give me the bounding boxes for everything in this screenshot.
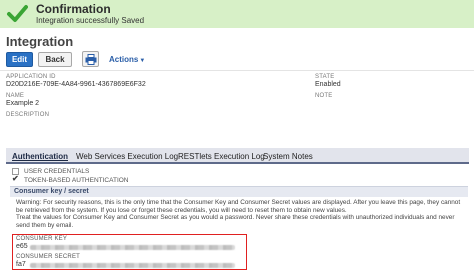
application-id-value: D20D216E-709E-4A84-9961-4367869E6F32	[6, 81, 146, 88]
consumer-secret-prefix: fa7	[16, 261, 26, 268]
consumer-key-label: CONSUMER KEY	[16, 236, 68, 242]
actions-menu[interactable]: Actions▼	[109, 55, 145, 64]
tab-restlets-execution-log[interactable]: RESTlets Execution Log	[178, 152, 265, 161]
printer-icon	[85, 54, 97, 65]
checkmark-icon	[7, 5, 28, 22]
user-credentials-label: USER CREDENTIALS	[24, 168, 90, 175]
warning-line: send them by email.	[16, 221, 74, 229]
page-title: Integration	[6, 34, 74, 49]
consumer-section-title: Consumer key / secret	[14, 188, 89, 195]
state-value: Enabled	[315, 81, 341, 88]
warning-line: Treat the values for Consumer Key and Co…	[16, 214, 455, 222]
divider	[0, 70, 474, 71]
consumer-secret-redacted	[30, 263, 235, 268]
edit-button[interactable]: Edit	[6, 52, 33, 67]
application-id-label: APPLICATION ID	[6, 74, 56, 80]
subtab-bar: Authentication Web Services Execution Lo…	[6, 148, 469, 164]
consumer-secret-label: CONSUMER SECRET	[16, 254, 81, 260]
banner-title: Confirmation	[36, 2, 111, 16]
name-value: Example 2	[6, 100, 40, 107]
name-label: NAME	[6, 93, 25, 99]
token-based-check-icon[interactable]: ✔	[12, 174, 19, 183]
back-button[interactable]: Back	[38, 52, 72, 67]
warning-line: be retrieved from the system. If you los…	[16, 206, 347, 214]
confirmation-banner: Confirmation Integration successfully Sa…	[0, 0, 474, 28]
print-button[interactable]	[82, 51, 99, 67]
consumer-key-redacted	[30, 245, 235, 250]
token-based-label: TOKEN-BASED AUTHENTICATION	[24, 177, 129, 184]
description-label: DESCRIPTION	[6, 112, 50, 118]
consumer-section-header: Consumer key / secret	[10, 186, 468, 197]
state-label: STATE	[315, 74, 335, 80]
chevron-down-icon: ▼	[139, 58, 146, 64]
consumer-key-prefix: e65	[16, 243, 28, 250]
tab-web-services-execution-log[interactable]: Web Services Execution Log	[76, 152, 178, 161]
note-label: NOTE	[315, 93, 333, 99]
banner-message: Integration successfully Saved	[36, 16, 145, 25]
tab-authentication[interactable]: Authentication	[12, 152, 68, 161]
tab-system-notes[interactable]: System Notes	[263, 152, 313, 161]
security-warning: Warning: For security reasons, this is t…	[16, 199, 466, 229]
actions-label: Actions	[109, 55, 139, 64]
warning-line: Warning: For security reasons, this is t…	[16, 199, 461, 206]
